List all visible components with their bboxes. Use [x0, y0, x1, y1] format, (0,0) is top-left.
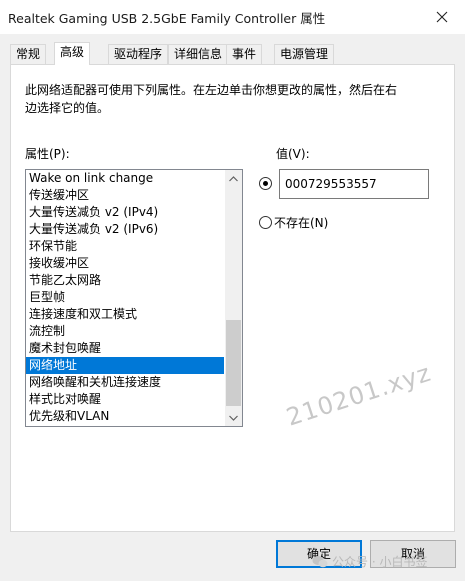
- chevron-down-icon: [229, 415, 238, 421]
- value-radio[interactable]: [259, 177, 272, 190]
- list-item[interactable]: 网络唤醒和关机连接速度: [26, 374, 224, 391]
- property-listbox[interactable]: Wake on link change 传送缓冲区 大量传送减负 v2 (IPv…: [25, 169, 243, 427]
- list-item[interactable]: 大量传送减负 v2 (IPv6): [26, 221, 224, 238]
- footer-watermark-text: 公众号 · 小白书签: [332, 555, 428, 569]
- list-item[interactable]: 连接速度和双工模式: [26, 306, 224, 323]
- watermark-text: 210201.xyz: [283, 358, 435, 432]
- advanced-tab-panel: 此网络适配器可使用下列属性。在左边单击你想更改的属性，然后在右边选择它的值。 属…: [10, 64, 455, 532]
- list-item[interactable]: 魔术封包唤醒: [26, 340, 224, 357]
- property-list-items: Wake on link change 传送缓冲区 大量传送减负 v2 (IPv…: [26, 170, 224, 425]
- list-item[interactable]: 节能乙太网路: [26, 272, 224, 289]
- tab-advanced[interactable]: 高级: [54, 42, 91, 65]
- title-bar: Realtek Gaming USB 2.5GbE Family Control…: [0, 0, 465, 34]
- description-text: 此网络适配器可使用下列属性。在左边单击你想更改的属性，然后在右边选择它的值。: [25, 83, 398, 115]
- list-item[interactable]: 优先级和VLAN: [26, 408, 224, 425]
- property-label: 属性(P):: [25, 147, 70, 161]
- close-button[interactable]: [419, 0, 465, 34]
- list-item[interactable]: 接收缓冲区: [26, 255, 224, 272]
- window-title: Realtek Gaming USB 2.5GbE Family Control…: [8, 11, 326, 26]
- wechat-icon: [312, 555, 328, 567]
- chevron-up-icon: [229, 175, 238, 181]
- not-present-radio[interactable]: [259, 216, 272, 229]
- list-item[interactable]: 大量传送减负 v2 (IPv4): [26, 204, 224, 221]
- tab-power-management[interactable]: 电源管理: [274, 44, 335, 64]
- tab-strip: 常规 高级 驱动程序 详细信息 事件 电源管理: [10, 42, 455, 65]
- vertical-scrollbar[interactable]: [225, 170, 242, 426]
- list-item[interactable]: 流控制: [26, 323, 224, 340]
- list-item[interactable]: 传送缓冲区: [26, 187, 224, 204]
- list-item-selected[interactable]: 网络地址: [26, 357, 224, 374]
- list-item[interactable]: 样式比对唤醒: [26, 391, 224, 408]
- value-label: 值(V):: [276, 147, 310, 161]
- not-present-label[interactable]: 不存在(N): [274, 214, 328, 231]
- scroll-thumb[interactable]: [226, 320, 241, 406]
- list-item[interactable]: 巨型帧: [26, 289, 224, 306]
- tab-events[interactable]: 事件: [226, 44, 263, 64]
- tab-general[interactable]: 常规: [10, 44, 47, 64]
- list-item[interactable]: Wake on link change: [26, 170, 224, 187]
- scroll-down-button[interactable]: [225, 409, 242, 426]
- value-input[interactable]: [279, 169, 429, 199]
- close-icon: [436, 11, 448, 23]
- tab-details[interactable]: 详细信息: [168, 44, 229, 64]
- footer-watermark: 公众号 · 小白书签: [312, 553, 427, 570]
- tab-driver[interactable]: 驱动程序: [108, 44, 169, 64]
- scroll-up-button[interactable]: [225, 170, 242, 187]
- list-item[interactable]: 环保节能: [26, 238, 224, 255]
